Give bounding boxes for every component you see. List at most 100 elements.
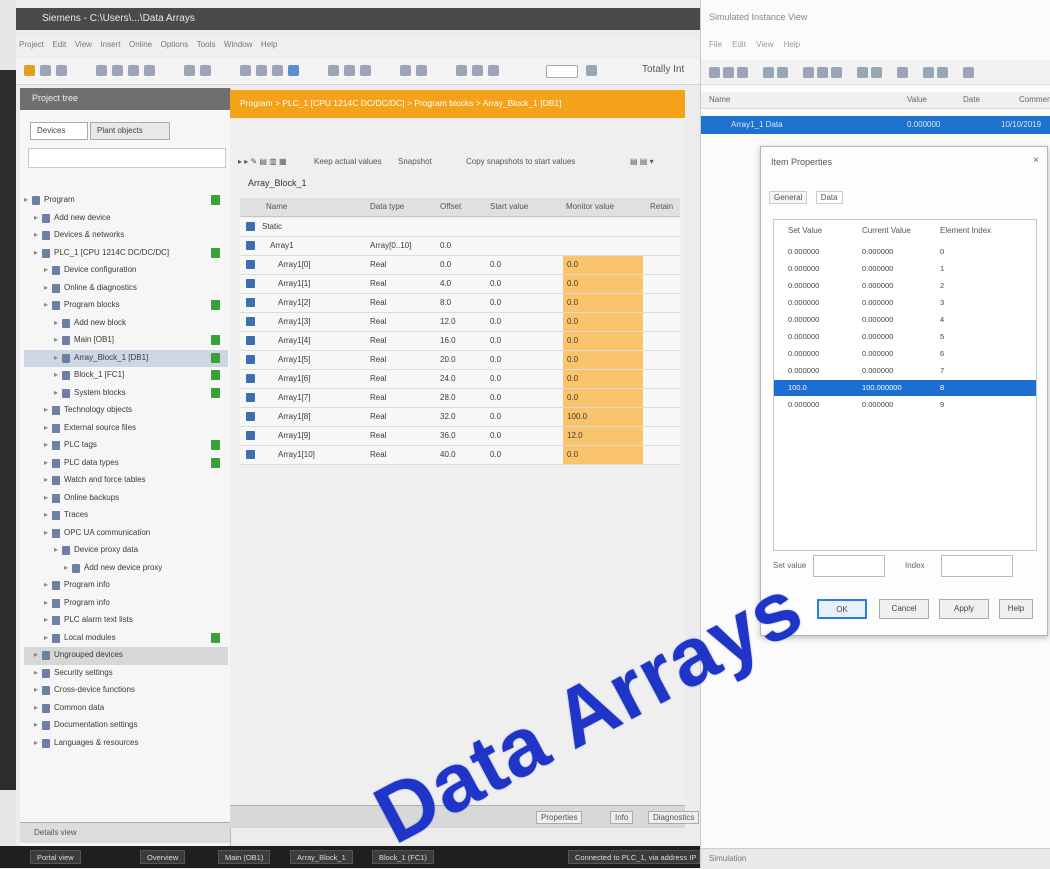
monitor-value-cell[interactable]: 0.0 xyxy=(563,256,643,274)
download-icon[interactable] xyxy=(256,65,267,76)
table-row[interactable]: 0.000000 0.000000 1 xyxy=(774,261,1036,277)
table-row[interactable]: Array1[0] Real 0.0 0.0 0.0 xyxy=(240,256,680,275)
taskbar-overview[interactable]: Overview xyxy=(140,850,186,864)
expand-arrow-icon[interactable]: ▸ xyxy=(54,353,58,362)
copy-icon[interactable] xyxy=(777,67,788,78)
tree-item[interactable]: ▸ Array_Block_1 [DB1] xyxy=(24,349,228,367)
expand-arrow-icon[interactable]: ▸ xyxy=(24,195,28,204)
col-retain[interactable]: Retain xyxy=(650,202,673,211)
col-value[interactable]: Value xyxy=(907,95,927,104)
col-start-value[interactable]: Start value xyxy=(490,202,528,211)
tab-plant-objects[interactable]: Plant objects xyxy=(90,122,170,140)
keep-actual-values-button[interactable]: Keep actual values xyxy=(314,157,382,166)
expand-arrow-icon[interactable]: ▸ xyxy=(44,458,48,467)
expand-arrow-icon[interactable]: ▸ xyxy=(54,545,58,554)
expand-arrow-icon[interactable]: ▸ xyxy=(44,475,48,484)
monitor-value-cell[interactable]: 0.0 xyxy=(563,332,643,350)
col-comment[interactable]: Comment xyxy=(1019,95,1050,104)
redo-icon[interactable] xyxy=(200,65,211,76)
add-item-icon[interactable] xyxy=(803,67,814,78)
table-row[interactable]: 0.000000 0.000000 2 xyxy=(774,278,1036,294)
set-value-input[interactable] xyxy=(813,555,885,577)
tab-devices[interactable]: Devices xyxy=(30,122,88,140)
menu-item[interactable]: View xyxy=(756,40,773,49)
expand-arrow-icon[interactable]: ▸ xyxy=(44,265,48,274)
tree-item[interactable]: ▸ Cross-device functions xyxy=(24,682,228,700)
details-view-bar[interactable]: Details view xyxy=(20,822,230,843)
taskbar-portal-view[interactable]: Portal view xyxy=(30,850,81,864)
save-project-icon[interactable] xyxy=(56,65,67,76)
table-row[interactable]: Array1[6] Real 24.0 0.0 0.0 xyxy=(240,370,680,389)
table-row[interactable]: 0.000000 0.000000 4 xyxy=(774,312,1036,328)
expand-arrow-icon[interactable]: ▸ xyxy=(34,738,38,747)
tree-item[interactable]: ▸ Add new device proxy xyxy=(24,560,228,578)
paste-icon[interactable] xyxy=(128,65,139,76)
snapshot-button[interactable]: Snapshot xyxy=(398,157,432,166)
table-row[interactable]: Array1[9] Real 36.0 0.0 12.0 xyxy=(240,427,680,446)
tree-item[interactable]: ▸ OPC UA communication xyxy=(24,525,228,543)
menu-item[interactable]: Options xyxy=(161,40,189,49)
table-row[interactable]: 0.000000 0.000000 0 xyxy=(774,244,1036,260)
expand-arrow-icon[interactable]: ▸ xyxy=(54,335,58,344)
taskbar-array-block[interactable]: Array_Block_1 xyxy=(290,850,353,864)
table-row[interactable]: Array1[3] Real 12.0 0.0 0.0 xyxy=(240,313,680,332)
tree-item[interactable]: ▸ Add new device xyxy=(24,210,228,228)
cut-icon[interactable] xyxy=(96,65,107,76)
search-in-project-field[interactable] xyxy=(546,65,578,78)
close-icon[interactable]: × xyxy=(1033,155,1039,166)
menu-item[interactable]: Window xyxy=(224,40,252,49)
tree-item[interactable]: ▸ Program info xyxy=(24,577,228,595)
editor-extra-icons[interactable]: ▤ ▤ ▾ xyxy=(630,157,654,166)
new-icon[interactable] xyxy=(709,67,720,78)
col-set-value[interactable]: Set Value xyxy=(788,226,822,235)
pause-icon[interactable] xyxy=(871,67,882,78)
ok-button[interactable]: OK xyxy=(817,599,867,619)
taskbar-main[interactable]: Main (OB1) xyxy=(218,850,271,864)
cut-icon[interactable] xyxy=(763,67,774,78)
tree-item[interactable]: ▸ Online & diagnostics xyxy=(24,280,228,298)
tree-item[interactable]: ▸ External source files xyxy=(24,420,228,438)
tree-item[interactable]: ▸ Program info xyxy=(24,595,228,613)
table-row[interactable]: Array1 Array[0..10] 0.0 xyxy=(240,237,680,256)
expand-arrow-icon[interactable]: ▸ xyxy=(44,510,48,519)
expand-arrow-icon[interactable]: ▸ xyxy=(34,650,38,659)
col-data-type[interactable]: Data type xyxy=(370,202,404,211)
tree-item[interactable]: ▸ Devices & networks xyxy=(24,227,228,245)
copy-icon[interactable] xyxy=(112,65,123,76)
open-project-icon[interactable] xyxy=(40,65,51,76)
copy-snapshots-button[interactable]: Copy snapshots to start values xyxy=(466,157,575,166)
monitor-value-cell[interactable]: 0.0 xyxy=(563,370,643,388)
table-row[interactable]: Array1[8] Real 32.0 0.0 100.0 xyxy=(240,408,680,427)
table-row[interactable]: Array1[2] Real 8.0 0.0 0.0 xyxy=(240,294,680,313)
expand-arrow-icon[interactable]: ▸ xyxy=(54,318,58,327)
start-cpu-icon[interactable] xyxy=(400,65,411,76)
tab-info[interactable]: Info xyxy=(610,811,634,824)
col-current-value[interactable]: Current Value xyxy=(862,226,911,235)
expand-arrow-icon[interactable]: ▸ xyxy=(34,230,38,239)
expand-arrow-icon[interactable]: ▸ xyxy=(44,615,48,624)
tree-item[interactable]: ▸ Common data xyxy=(24,700,228,718)
expand-arrow-icon[interactable]: ▸ xyxy=(34,213,38,222)
tree-item[interactable]: ▸ Main [OB1] xyxy=(24,332,228,350)
menu-item[interactable]: File xyxy=(709,40,722,49)
monitor-value-cell[interactable]: 0.0 xyxy=(563,446,643,464)
properties-icon[interactable] xyxy=(831,67,842,78)
compile-icon[interactable] xyxy=(240,65,251,76)
expand-arrow-icon[interactable]: ▸ xyxy=(34,703,38,712)
table-row[interactable]: 0.000000 0.000000 7 xyxy=(774,363,1036,379)
col-offset[interactable]: Offset xyxy=(440,202,461,211)
go-online-icon[interactable] xyxy=(328,65,339,76)
expand-arrow-icon[interactable]: ▸ xyxy=(54,388,58,397)
menu-item[interactable]: Insert xyxy=(100,40,120,49)
tree-item[interactable]: ▸ Program blocks xyxy=(24,297,228,315)
tab-diagnostics[interactable]: Diagnostics xyxy=(648,811,700,824)
apply-button[interactable]: Apply xyxy=(939,599,989,619)
expand-arrow-icon[interactable]: ▸ xyxy=(44,598,48,607)
tree-item[interactable]: ▸ Program xyxy=(24,192,228,210)
expand-arrow-icon[interactable]: ▸ xyxy=(44,528,48,537)
table-row[interactable]: 0.000000 0.000000 3 xyxy=(774,295,1036,311)
tree-item[interactable]: ▸ Security settings xyxy=(24,665,228,683)
tree-item[interactable]: ▸ Traces xyxy=(24,507,228,525)
tree-item[interactable]: ▸ Local modules xyxy=(24,630,228,648)
editor-tool-icons[interactable]: ▸ ▸ ✎ ▤ ▥ ▦ xyxy=(238,157,287,166)
